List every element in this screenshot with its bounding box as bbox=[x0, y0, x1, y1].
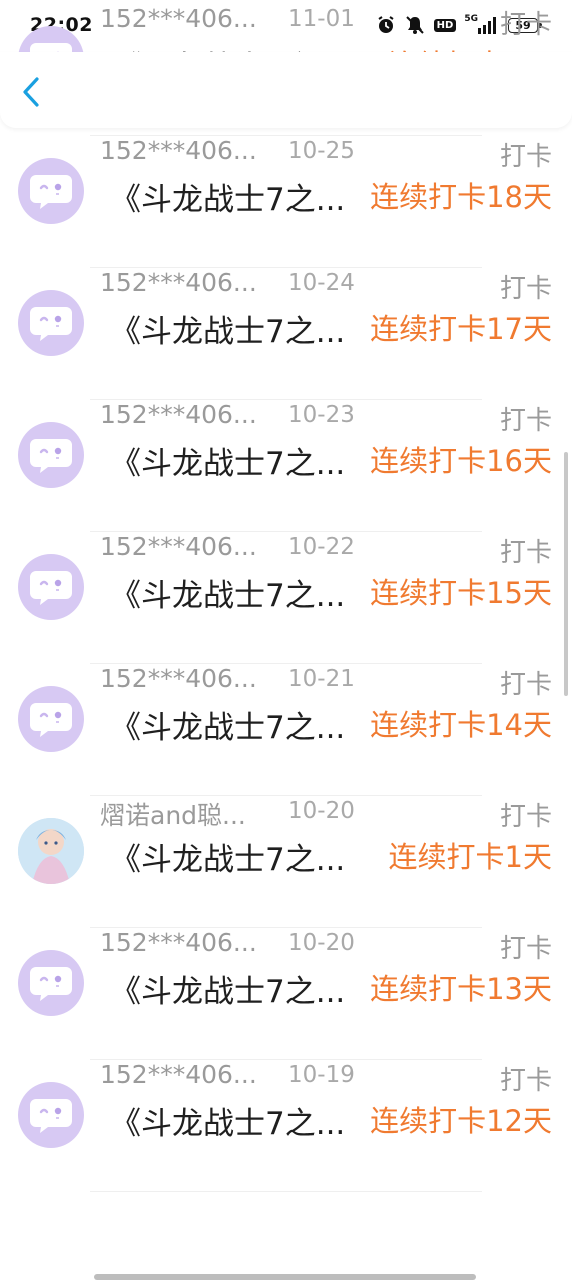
chat-bot-icon bbox=[28, 567, 74, 607]
home-indicator bbox=[94, 1274, 476, 1280]
checkin-record-row[interactable]: 152***406... 10-23 打卡《斗龙战士7之... 连续打卡16天 bbox=[0, 400, 572, 532]
record-date: 10-19 bbox=[288, 1062, 355, 1088]
checkin-record-row[interactable]: 152***406... 10-19 打卡《斗龙战士7之... 连续打卡12天 bbox=[0, 1060, 572, 1192]
record-date: 10-24 bbox=[288, 270, 355, 296]
chevron-left-icon bbox=[23, 77, 39, 107]
record-type: 打卡 bbox=[499, 142, 552, 172]
record-date: 10-20 bbox=[288, 930, 355, 956]
record-title[interactable]: 《斗龙战士7之... bbox=[110, 834, 345, 879]
record-type: 打卡 bbox=[499, 1066, 552, 1096]
record-username: 152***406... bbox=[100, 4, 257, 33]
record-date: 10-20 bbox=[288, 798, 355, 824]
user-photo-icon bbox=[18, 818, 84, 884]
avatar[interactable] bbox=[18, 1082, 84, 1148]
chat-bot-icon bbox=[28, 699, 74, 739]
chat-bot-icon bbox=[28, 963, 74, 1003]
record-date: 11-01 bbox=[288, 6, 355, 32]
record-type: 打卡 bbox=[499, 670, 552, 700]
streak-label: 连续打卡14天 bbox=[370, 708, 552, 742]
record-date: 10-25 bbox=[288, 138, 355, 164]
record-type: 打卡 bbox=[499, 274, 552, 304]
checkin-record-row[interactable]: 152***406... 10-25 打卡《斗龙战士7之... 连续打卡18天 bbox=[0, 136, 572, 268]
chat-bot-icon bbox=[28, 303, 74, 343]
record-type: 打卡 bbox=[499, 406, 552, 436]
record-type: 打卡 bbox=[499, 10, 552, 40]
avatar[interactable] bbox=[18, 950, 84, 1016]
record-date: 10-22 bbox=[288, 534, 355, 560]
checkin-record-row[interactable]: 152***406... 10-20 打卡《斗龙战士7之... 连续打卡13天 bbox=[0, 928, 572, 1060]
chat-bot-icon bbox=[28, 171, 74, 211]
checkin-record-row[interactable]: 152***406... 10-21 打卡《斗龙战士7之... 连续打卡14天 bbox=[0, 664, 572, 796]
record-username: 152***406... bbox=[100, 928, 257, 957]
streak-label: 连续打卡17天 bbox=[370, 312, 552, 346]
record-title[interactable]: 《斗龙战士7之... bbox=[110, 1098, 345, 1143]
record-title[interactable]: 《斗龙战士7之... bbox=[110, 174, 345, 219]
record-username: 152***406... bbox=[100, 400, 257, 429]
streak-label: 连续打卡1天 bbox=[388, 840, 552, 874]
record-title[interactable]: 《斗龙战士7之... bbox=[110, 702, 345, 747]
avatar[interactable] bbox=[18, 554, 84, 620]
checkin-record-row[interactable]: 152***406... 10-24 打卡《斗龙战士7之... 连续打卡17天 bbox=[0, 268, 572, 400]
record-username: 熠诺and聪... bbox=[100, 801, 246, 830]
top-nav-bar bbox=[0, 52, 572, 128]
record-title[interactable]: 《斗龙战士7之... bbox=[110, 966, 345, 1011]
streak-label: 连续打卡15天 bbox=[370, 576, 552, 610]
record-title[interactable]: 《斗龙战士7之... bbox=[110, 438, 345, 483]
avatar[interactable] bbox=[18, 818, 84, 884]
scrollbar[interactable] bbox=[564, 452, 568, 696]
streak-label: 连续打卡18天 bbox=[370, 180, 552, 214]
streak-label: 连续打卡16天 bbox=[370, 444, 552, 478]
avatar[interactable] bbox=[18, 686, 84, 752]
record-type: 打卡 bbox=[499, 802, 552, 832]
avatar[interactable] bbox=[18, 422, 84, 488]
record-username: 152***406... bbox=[100, 664, 257, 693]
record-type: 打卡 bbox=[499, 934, 552, 964]
record-date: 10-23 bbox=[288, 402, 355, 428]
chat-bot-icon bbox=[28, 435, 74, 475]
record-title[interactable]: 《斗龙战士7之... bbox=[110, 570, 345, 615]
avatar[interactable] bbox=[18, 290, 84, 356]
chat-bot-icon bbox=[28, 1095, 74, 1135]
record-username: 152***406... bbox=[100, 1060, 257, 1089]
checkin-record-row[interactable]: 熠诺and聪... 10-20 打卡《斗龙战士7之... 连续打卡1天 bbox=[0, 796, 572, 928]
record-username: 152***406... bbox=[100, 136, 257, 165]
streak-label: 连续打卡12天 bbox=[370, 1104, 552, 1138]
streak-label: 连续打卡13天 bbox=[370, 972, 552, 1006]
record-username: 152***406... bbox=[100, 268, 257, 297]
row-divider bbox=[90, 1191, 482, 1192]
record-date: 10-21 bbox=[288, 666, 355, 692]
record-title[interactable]: 《斗龙战士7之... bbox=[110, 306, 345, 351]
record-type: 打卡 bbox=[499, 538, 552, 568]
back-button[interactable] bbox=[14, 70, 50, 114]
checkin-record-row[interactable]: 152***406... 10-22 打卡《斗龙战士7之... 连续打卡15天 bbox=[0, 532, 572, 664]
avatar[interactable] bbox=[18, 158, 84, 224]
record-username: 152***406... bbox=[100, 532, 257, 561]
